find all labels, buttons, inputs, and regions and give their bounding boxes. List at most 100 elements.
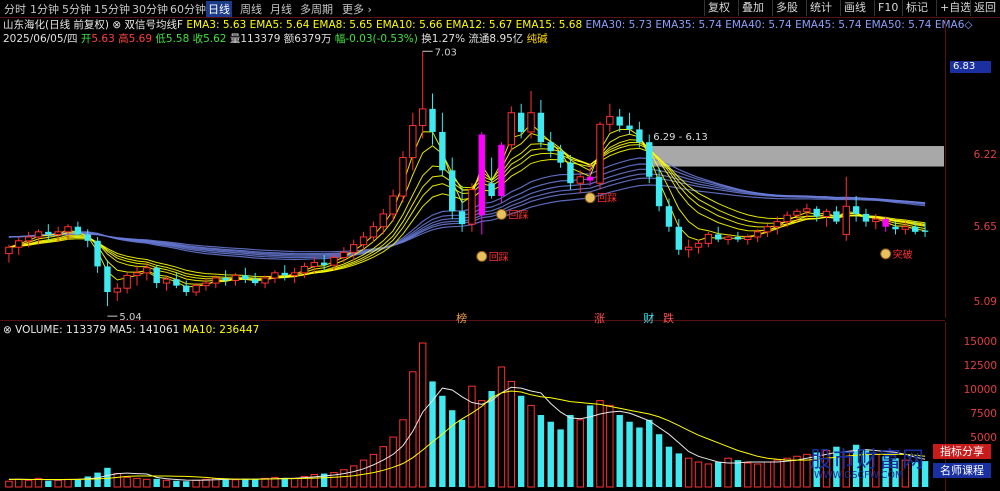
volume-bar — [744, 462, 752, 488]
candle-body — [242, 275, 249, 280]
volume-bar — [389, 436, 397, 488]
volume-bar — [340, 469, 348, 488]
volume-bar — [173, 480, 180, 487]
volume-bar — [704, 463, 713, 488]
candle-body — [192, 285, 200, 293]
candle-body — [626, 125, 633, 130]
candle-body — [15, 240, 23, 248]
volume-bar — [192, 479, 200, 488]
volume-bar — [537, 415, 545, 487]
volume-bar — [763, 461, 772, 488]
ema-fast-line — [8, 147, 926, 278]
volume-bar — [497, 366, 506, 488]
volume-bar — [222, 479, 229, 487]
candle-body — [704, 233, 713, 244]
volume-bar — [655, 434, 663, 487]
volume-bar — [153, 478, 160, 487]
volume-bar — [636, 427, 643, 487]
volume-bar — [369, 453, 378, 488]
candle-body — [783, 214, 791, 223]
volume-bar — [94, 472, 101, 487]
candle-body — [507, 112, 516, 146]
candle-body — [478, 134, 485, 216]
candle-body — [665, 206, 673, 227]
candle-body — [340, 251, 348, 258]
volume-bar — [133, 477, 141, 488]
watermark: 股市财富网 WWW.GSCFW.COM 指标分享 名师课程 — [800, 440, 1000, 491]
candle-body — [803, 208, 811, 212]
candle-body — [892, 226, 899, 230]
volume-bar — [399, 419, 407, 488]
ema-slow-line — [8, 157, 926, 261]
candle-body — [123, 274, 131, 289]
watermark-url: WWW.GSCFW.COM — [814, 470, 904, 481]
volume-bar — [527, 404, 535, 488]
volume-bar — [547, 421, 554, 487]
event-marker: 涨 — [594, 312, 605, 325]
volume-bar — [616, 415, 623, 487]
candle-body — [882, 219, 889, 227]
candle-body — [143, 267, 151, 274]
candle-body — [24, 236, 33, 242]
volume-bar — [783, 457, 791, 488]
volume-bar — [143, 478, 151, 488]
candle-body — [389, 195, 397, 215]
candle-body — [281, 272, 288, 276]
candle-body — [34, 231, 43, 238]
candle-body — [901, 226, 910, 230]
high-marker-label: 7.03 — [435, 47, 457, 58]
volume-bar — [507, 380, 516, 488]
watermark-box-course: 名师课程 — [933, 463, 991, 478]
candle-body — [84, 234, 91, 241]
volume-bar — [557, 429, 564, 487]
signal-coin-icon — [584, 192, 596, 204]
volume-bar — [694, 461, 703, 488]
signal-label: 回踩 — [489, 251, 509, 263]
candle-body — [547, 142, 554, 152]
candle-body — [350, 244, 358, 253]
candle-body — [458, 211, 466, 225]
volume-bar — [242, 478, 249, 487]
volume-bar — [646, 419, 653, 487]
kline-chart[interactable]: 7.035.046.29 - 6.13回踩回踩回踩突破榜涨财跌 — [0, 0, 1000, 491]
candle-body — [586, 176, 594, 181]
candle-body — [468, 189, 476, 225]
candle-body — [596, 123, 604, 184]
candle-body — [852, 206, 860, 214]
signal-label: 回踩 — [597, 193, 617, 205]
candle-body — [74, 226, 82, 235]
candle-body — [369, 226, 378, 238]
candle-body — [753, 231, 762, 238]
volume-bar — [773, 459, 782, 488]
event-marker: 财 — [643, 311, 654, 325]
volume-bar — [439, 395, 446, 487]
volume-bar — [488, 391, 495, 487]
volume-bar — [409, 371, 417, 488]
signal-coin-icon — [880, 248, 892, 260]
volume-bar — [84, 476, 91, 487]
candle-body — [54, 231, 62, 235]
candle-body — [183, 285, 190, 293]
candle-body — [320, 262, 328, 266]
volume-bar — [252, 479, 259, 487]
volume-bar — [753, 463, 762, 488]
candle-body — [64, 226, 72, 233]
candle-body — [655, 176, 663, 207]
volume-bar — [576, 419, 584, 488]
candle-body — [252, 279, 259, 284]
volume-bar — [45, 480, 52, 487]
candle-body — [290, 272, 299, 276]
candle-body — [813, 208, 820, 217]
candle-body — [694, 242, 703, 248]
candle-body — [763, 226, 772, 233]
candle-body — [429, 108, 436, 132]
candle-body — [773, 221, 782, 228]
candle-body — [606, 116, 614, 125]
volume-bar — [567, 415, 574, 487]
candle-body — [399, 157, 407, 197]
volume-bar — [449, 410, 456, 487]
candle-body — [862, 213, 870, 222]
volume-bar — [183, 481, 190, 487]
zone-label: 6.29 - 6.13 — [653, 132, 708, 143]
volume-bar — [231, 479, 240, 488]
